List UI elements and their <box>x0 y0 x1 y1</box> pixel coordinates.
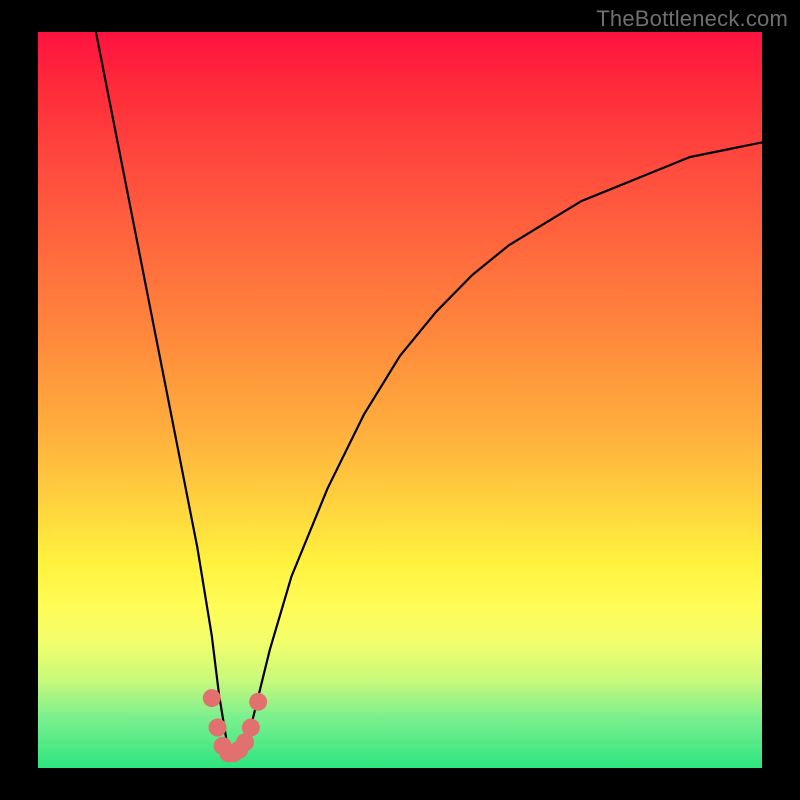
plot-area <box>38 32 762 768</box>
highlight-dot <box>203 689 221 707</box>
bottleneck-curve-path <box>96 32 762 753</box>
highlight-dot <box>209 719 227 737</box>
highlight-dot <box>249 693 267 711</box>
chart-frame: TheBottleneck.com <box>0 0 800 800</box>
bottleneck-curve-svg <box>38 32 762 768</box>
highlight-dots-group <box>203 689 267 762</box>
watermark-text: TheBottleneck.com <box>596 6 788 32</box>
highlight-dot <box>242 719 260 737</box>
